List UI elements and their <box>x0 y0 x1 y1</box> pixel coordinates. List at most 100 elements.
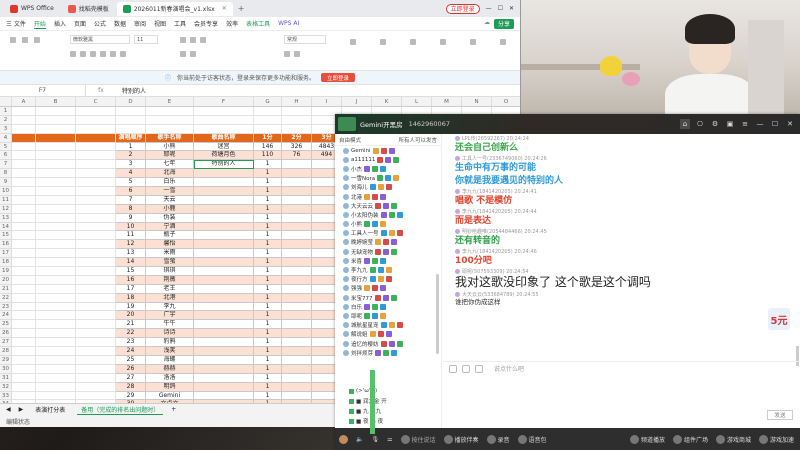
sort-icon[interactable] <box>470 39 476 45</box>
cell[interactable] <box>76 231 116 241</box>
row-number[interactable]: 26 <box>0 329 12 339</box>
new-tab-icon[interactable]: + <box>235 4 248 13</box>
cell[interactable] <box>76 115 116 125</box>
cell[interactable] <box>282 124 312 134</box>
cell[interactable]: 5 <box>116 178 146 188</box>
cell[interactable]: 1 <box>254 169 282 179</box>
cell[interactable]: 1 <box>254 222 282 232</box>
sender-info[interactable]: 明钞哈趣唯(2054484466) 20:24:45 <box>462 228 547 235</box>
cell[interactable] <box>76 391 116 401</box>
cell[interactable] <box>282 115 312 125</box>
cell[interactable]: 白乐 <box>146 178 194 188</box>
cell[interactable] <box>76 347 116 356</box>
underline-icon[interactable] <box>90 51 96 57</box>
cell[interactable] <box>12 222 36 232</box>
member-item[interactable]: 刘拌烦芽 <box>335 348 441 357</box>
cell[interactable] <box>76 213 116 223</box>
cell[interactable] <box>76 249 116 259</box>
cell[interactable]: 老王 <box>146 284 194 294</box>
menu-tools[interactable]: 工具 <box>174 19 186 28</box>
cell[interactable] <box>282 240 312 250</box>
cell[interactable] <box>282 364 312 374</box>
cell[interactable] <box>76 329 116 339</box>
cell[interactable] <box>36 169 76 179</box>
cell[interactable]: 9 <box>116 213 146 223</box>
row-number[interactable]: 27 <box>0 338 12 348</box>
cell[interactable] <box>36 195 76 205</box>
cell[interactable] <box>282 338 312 348</box>
conditional-format-icon[interactable] <box>350 39 356 45</box>
member-item[interactable]: 工具人一号 <box>335 229 441 238</box>
cell[interactable] <box>12 231 36 241</box>
cell[interactable] <box>282 302 312 312</box>
mode-select[interactable]: 自由模式 <box>339 136 361 144</box>
avatar[interactable] <box>339 434 348 444</box>
cell[interactable] <box>36 391 76 401</box>
cell[interactable]: 迷宫 <box>194 142 254 152</box>
cell[interactable] <box>12 355 36 365</box>
wrap-icon[interactable] <box>190 51 196 57</box>
cell[interactable] <box>36 133 76 143</box>
row-number[interactable]: 19 <box>0 267 12 276</box>
cell[interactable]: 米雨 <box>146 249 194 259</box>
column-header[interactable]: D <box>116 97 146 106</box>
cell[interactable]: 李九 <box>146 302 194 312</box>
cell[interactable]: 特别的人 <box>194 160 254 170</box>
menu-data[interactable]: 数据 <box>114 19 126 28</box>
fx-icon[interactable]: fx <box>86 87 116 94</box>
cell[interactable] <box>36 284 76 294</box>
font-color-icon[interactable] <box>120 51 126 57</box>
cell[interactable] <box>12 364 36 374</box>
login-button[interactable]: 立即登录 <box>445 3 480 14</box>
play-accompaniment-button[interactable]: 播放伴奏 <box>443 434 479 444</box>
row-number[interactable]: 3 <box>0 124 12 134</box>
close-tab-icon[interactable]: ✕ <box>222 5 227 12</box>
cell[interactable] <box>254 124 282 134</box>
cell[interactable] <box>36 160 76 170</box>
cell[interactable] <box>12 258 36 268</box>
cell[interactable] <box>76 293 116 303</box>
cell[interactable]: 1 <box>254 213 282 223</box>
cell[interactable] <box>36 124 76 134</box>
settings-icon[interactable]: ⚙ <box>710 119 720 129</box>
member-section[interactable]: ■ 九 生九 <box>335 406 442 416</box>
cell[interactable] <box>194 373 254 383</box>
member-item[interactable]: 米宝777 <box>335 293 441 302</box>
cell[interactable] <box>194 293 254 303</box>
cell-style-icon[interactable] <box>380 39 386 45</box>
cell[interactable] <box>12 133 36 143</box>
sender-info[interactable]: LPL传(26592267) 20:24:24 <box>462 135 529 142</box>
cell[interactable] <box>12 151 36 161</box>
cell[interactable] <box>12 302 36 312</box>
cell[interactable] <box>282 249 312 259</box>
cell[interactable] <box>12 267 36 276</box>
cell[interactable] <box>194 284 254 294</box>
select-all-corner[interactable] <box>0 97 12 106</box>
game-store-button[interactable]: 游戏商城 <box>715 434 751 444</box>
column-title[interactable]: 歌手名称 <box>146 133 194 143</box>
row-number[interactable]: 22 <box>0 293 12 303</box>
member-item[interactable]: 解说姐 <box>335 330 441 339</box>
column-title[interactable]: 演唱顺序 <box>116 133 146 143</box>
cell[interactable] <box>254 115 282 125</box>
number-format-select[interactable]: 常规 <box>284 35 326 44</box>
row-number[interactable]: 9 <box>0 178 12 188</box>
game-icon[interactable]: ⎔ <box>695 119 705 129</box>
menu-icon[interactable]: ≡ <box>740 119 750 129</box>
border-icon[interactable] <box>100 51 106 57</box>
row-number[interactable]: 18 <box>0 258 12 268</box>
cell[interactable] <box>36 213 76 223</box>
cell[interactable]: 7 <box>116 195 146 205</box>
home-icon[interactable]: ⌂ <box>680 119 690 129</box>
menu-view[interactable]: 视图 <box>154 19 166 28</box>
column-header[interactable]: C <box>76 97 116 106</box>
cell[interactable] <box>12 320 36 330</box>
cell[interactable] <box>116 124 146 134</box>
cell[interactable]: 8 <box>116 204 146 214</box>
cell[interactable] <box>282 382 312 392</box>
sender-info[interactable]: 李九九(1841420205) 20:24:44 <box>462 208 537 215</box>
cell[interactable]: 10 <box>116 222 146 232</box>
cell[interactable] <box>76 338 116 348</box>
cell[interactable] <box>282 213 312 223</box>
column-header[interactable]: G <box>254 97 282 106</box>
